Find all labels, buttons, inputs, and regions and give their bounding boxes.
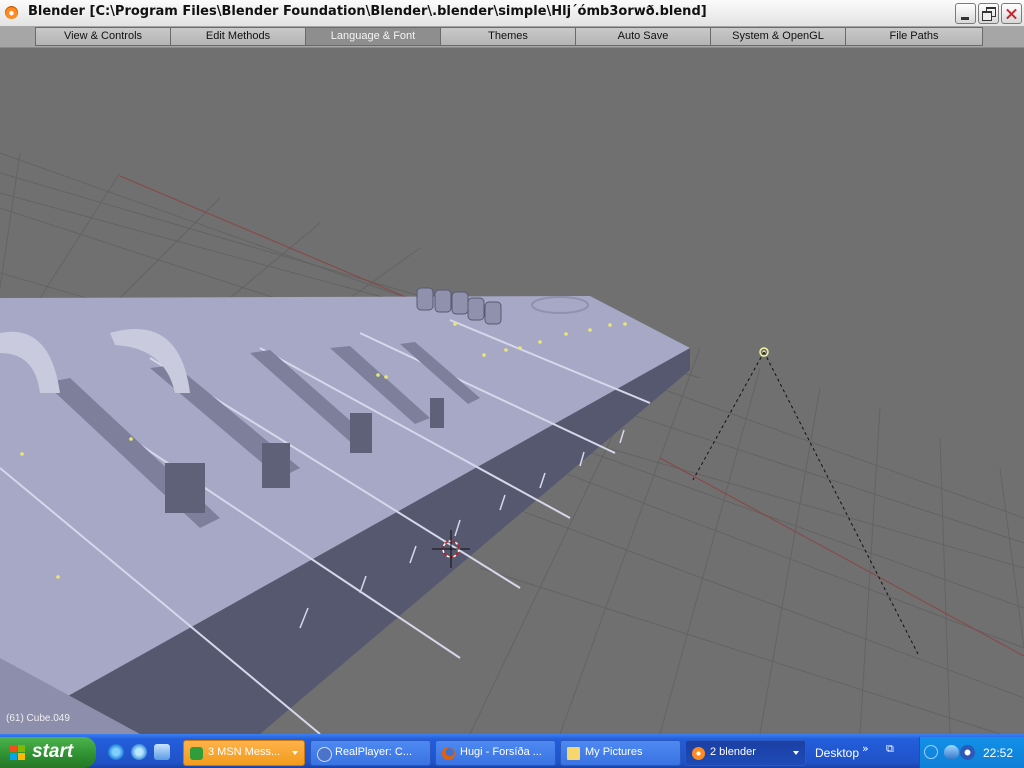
x-axis-line: [119, 175, 421, 304]
group-arrow-icon: [793, 751, 799, 755]
internet-explorer-icon[interactable]: [108, 744, 124, 760]
show-hidden-icons-arrow[interactable]: [924, 745, 938, 759]
windows-logo-icon: [10, 745, 26, 761]
realplayer-icon: [317, 747, 332, 762]
taskbar-item-label: RealPlayer: C...: [335, 746, 413, 758]
taskbar-item-my-pictures[interactable]: My Pictures: [560, 740, 681, 766]
tab-edit-methods[interactable]: Edit Methods: [171, 28, 306, 45]
taskbar-item-firefox[interactable]: Hugi - Forsíða ...: [435, 740, 556, 766]
audio-icon[interactable]: [960, 745, 975, 760]
maximize-button[interactable]: [978, 3, 999, 24]
group-arrow-icon: [292, 751, 298, 755]
tab-system-opengl[interactable]: System & OpenGL: [711, 28, 846, 45]
chevron-right-icon[interactable]: »: [862, 742, 869, 755]
title-bar[interactable]: Blender [C:\Program Files\Blender Founda…: [0, 0, 1024, 27]
window-title: Blender [C:\Program Files\Blender Founda…: [28, 4, 707, 19]
tab-themes[interactable]: Themes: [441, 28, 576, 45]
x-axis-line-far: [659, 457, 1024, 657]
tab-view-controls[interactable]: View & Controls: [36, 28, 171, 45]
close-button[interactable]: [1001, 3, 1022, 24]
clock[interactable]: 22:52: [983, 746, 1013, 760]
taskbar-item-label: Hugi - Forsíða ...: [460, 746, 542, 758]
desktop-toolbar-label[interactable]: Desktop: [815, 746, 859, 760]
start-button[interactable]: start: [0, 737, 96, 768]
object-info-label: (61) Cube.049: [6, 713, 70, 724]
minimize-button[interactable]: [955, 3, 976, 24]
system-tray: 22:52: [919, 737, 1024, 768]
scene-render: [0, 152, 1024, 734]
tab-file-paths[interactable]: File Paths: [846, 28, 982, 45]
mesh-top-face: [0, 296, 690, 734]
firefox-icon: [442, 747, 455, 760]
show-desktop-icon[interactable]: [154, 744, 170, 760]
taskbar: start 3 MSN Mess... RealPlayer: C... Hug…: [0, 734, 1024, 768]
taskbar-item-msn-messenger[interactable]: 3 MSN Mess...: [183, 740, 305, 766]
taskbar-item-realplayer[interactable]: RealPlayer: C...: [310, 740, 431, 766]
start-label: start: [32, 741, 74, 762]
3d-viewport[interactable]: (61) Cube.049: [0, 48, 1024, 734]
network-icon[interactable]: [944, 745, 959, 760]
preferences-tabs: View & Controls Edit Methods Language & …: [35, 27, 983, 46]
msn-messenger-icon: [190, 747, 203, 760]
restore-icon[interactable]: ⧉: [886, 742, 894, 756]
user-preferences-header: View & Controls Edit Methods Language & …: [0, 26, 1024, 48]
msn-icon[interactable]: [131, 744, 147, 760]
taskbar-item-label: My Pictures: [585, 746, 643, 758]
taskbar-item-label: 2 blender: [710, 746, 756, 758]
quick-launch: [108, 744, 170, 760]
folder-icon: [567, 747, 580, 760]
blender-icon: [692, 747, 705, 760]
taskbar-item-blender[interactable]: 2 blender: [685, 740, 806, 766]
tab-auto-save[interactable]: Auto Save: [576, 28, 711, 45]
tab-language-font[interactable]: Language & Font: [306, 28, 441, 45]
mesh-object: [0, 287, 690, 734]
taskbar-item-label: 3 MSN Mess...: [208, 746, 281, 758]
blender-icon[interactable]: [5, 6, 18, 19]
